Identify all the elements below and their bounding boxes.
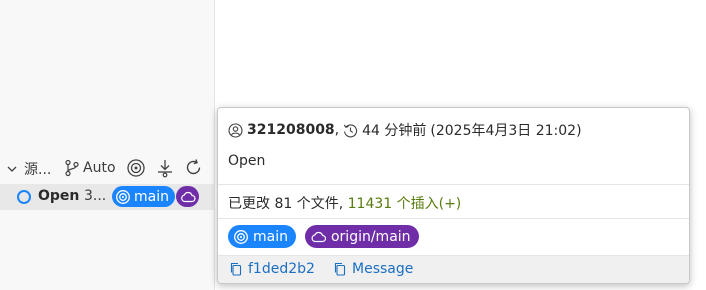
branch-badge[interactable]: main: [112, 186, 175, 207]
remote-branch-label: origin/main: [330, 228, 411, 245]
cloud-icon: [311, 231, 327, 242]
target-icon: [234, 229, 248, 244]
vscode-window: 源... Auto Open 3... main 321208008 , 44 …: [0, 0, 706, 290]
person-icon: [228, 122, 243, 138]
commit-full-message: Open: [228, 153, 266, 169]
commit-relative-time: 44 分钟前: [362, 123, 427, 139]
changed-files-count: 已更改 81 个文件,: [228, 196, 344, 212]
commit-row[interactable]: Open 3... main: [0, 184, 214, 210]
card-divider: [218, 184, 689, 185]
commit-node-icon: [17, 190, 31, 204]
commit-author-name: 321208008: [247, 122, 335, 138]
commit-meta: 321208008, 44 分钟前 (2025年4月3日 21:02): [228, 120, 582, 140]
commit-stats: 已更改 81 个文件, 11431 个插入(+): [228, 193, 461, 213]
target-icon: [116, 189, 130, 204]
source-control-graph-panel: 源... Auto Open 3... main: [0, 0, 214, 290]
copy-icon: [334, 262, 346, 276]
target-icon[interactable]: [126, 158, 146, 178]
remote-branch-ref[interactable]: origin/main: [304, 225, 419, 248]
fetch-icon[interactable]: [155, 158, 175, 178]
card-divider: [218, 218, 689, 219]
card-footer: f1ded2b2 Message: [218, 255, 689, 283]
local-branch-label: main: [253, 228, 288, 245]
panel-divider: [214, 0, 215, 290]
commit-hash: f1ded2b2: [248, 261, 315, 277]
commit-author: 3...: [84, 188, 107, 204]
commit-message: Open: [38, 188, 80, 204]
local-branch-ref[interactable]: main: [228, 225, 296, 248]
remote-badge[interactable]: [176, 186, 199, 207]
graph-section-title: 源...: [24, 162, 52, 178]
insertions-count: 11431 个插入(+): [347, 196, 462, 212]
branch-picker-button[interactable]: Auto: [64, 159, 116, 177]
chevron-down-icon[interactable]: [6, 160, 18, 178]
copy-hash-link[interactable]: f1ded2b2: [229, 261, 315, 277]
branch-badge-label: main: [134, 188, 169, 205]
copy-message-label: Message: [352, 261, 414, 277]
meta-separator: ,: [334, 122, 340, 138]
commit-hover-card: 321208008, 44 分钟前 (2025年4月3日 21:02) Open…: [217, 107, 690, 284]
copy-message-link[interactable]: Message: [333, 261, 413, 277]
refresh-icon[interactable]: [184, 158, 204, 178]
history-icon: [343, 123, 358, 137]
cloud-icon: [180, 191, 196, 202]
commit-refs: main origin/main: [228, 225, 419, 248]
commit-absolute-time: (2025年4月3日 21:02): [430, 123, 582, 139]
copy-icon: [230, 262, 242, 276]
branch-picker-label: Auto: [83, 160, 116, 176]
graph-section-header[interactable]: 源... Auto: [0, 156, 214, 182]
git-branch-icon: [65, 159, 79, 177]
